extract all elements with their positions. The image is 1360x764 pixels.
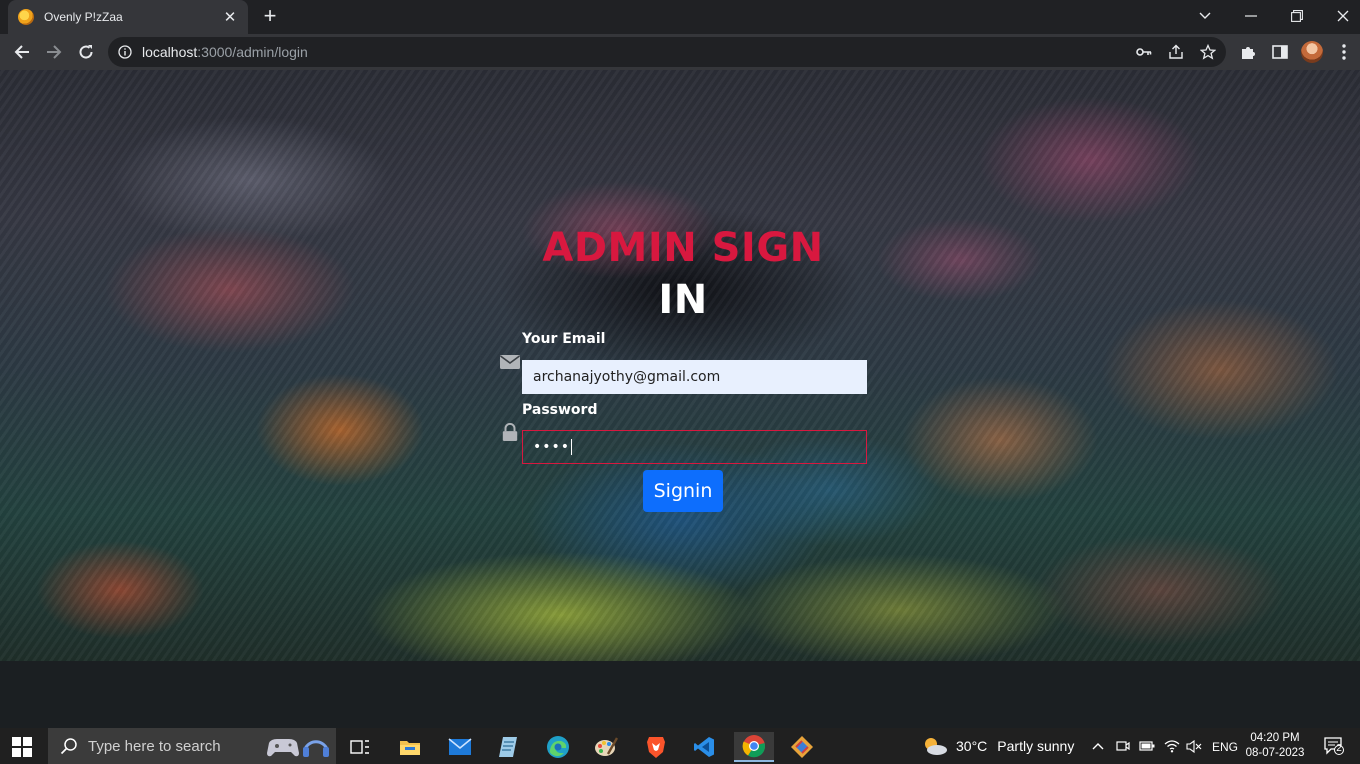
browser-toolbar: localhost:3000/admin/login (0, 34, 1360, 70)
site-info-icon[interactable] (118, 45, 132, 59)
tab-search-chevron-icon[interactable] (1182, 0, 1228, 32)
battery-icon[interactable] (1139, 741, 1155, 751)
vscode-icon[interactable] (684, 732, 724, 762)
address-bar[interactable]: localhost:3000/admin/login (108, 37, 1226, 67)
weather-widget[interactable]: 30°C Partly sunny (922, 728, 1074, 764)
notification-count-badge: 2 (1336, 743, 1342, 754)
extensions-puzzle-icon[interactable] (1236, 40, 1260, 64)
page-title: ADMIN SIGN IN (0, 222, 1360, 326)
git-icon[interactable] (782, 732, 822, 762)
file-explorer-icon[interactable] (390, 732, 430, 762)
pizza-favicon-icon (18, 9, 34, 25)
forward-button[interactable] (40, 38, 68, 66)
search-icon (60, 738, 77, 755)
paint-icon[interactable] (586, 732, 626, 762)
text-caret (571, 439, 573, 455)
chrome-icon[interactable] (734, 732, 774, 762)
edge-icon[interactable] (538, 732, 578, 762)
weather-description: Partly sunny (997, 738, 1075, 754)
lock-icon (502, 423, 518, 441)
email-label: Your Email (522, 331, 606, 347)
browser-tab-strip: Ovenly P!zZaa ✕ + (0, 0, 1360, 34)
search-highlight-gaming-icon (266, 739, 329, 757)
weather-temperature: 30°C (956, 738, 988, 754)
bookmark-star-icon[interactable] (1196, 40, 1220, 64)
email-field[interactable]: archanajyothy@gmail.com (522, 360, 867, 394)
wifi-icon[interactable] (1164, 739, 1180, 753)
title-in: IN (658, 277, 708, 323)
url-path: :3000/admin/login (197, 44, 308, 60)
share-icon[interactable] (1164, 40, 1188, 64)
task-view-icon[interactable] (340, 732, 380, 762)
password-label: Password (522, 402, 598, 418)
tab-close-icon[interactable]: ✕ (222, 8, 238, 26)
password-key-icon[interactable] (1132, 40, 1156, 64)
profile-avatar[interactable] (1300, 40, 1324, 64)
notifications-button[interactable]: 2 (1324, 737, 1344, 755)
signin-button[interactable]: Signin (643, 470, 723, 512)
windows-taskbar: Type here to search 30°C Partly sunny EN… (0, 728, 1360, 764)
tab-title: Ovenly P!zZaa (44, 10, 123, 24)
system-clock[interactable]: 04:20 PM 08-07-2023 (1245, 731, 1305, 761)
meet-camera-icon[interactable] (1116, 739, 1130, 753)
tab-ovenly-pizzaa[interactable]: Ovenly P!zZaa ✕ (8, 0, 248, 34)
brave-icon[interactable] (636, 732, 676, 762)
minimize-button[interactable] (1228, 0, 1274, 32)
notepad-icon[interactable] (488, 732, 528, 762)
login-page-background: ADMIN SIGN IN Your Email archanajyothy@g… (0, 70, 1360, 661)
language-indicator[interactable]: ENG (1212, 740, 1238, 754)
password-masked-value: •••• (533, 439, 571, 455)
windows-start-icon[interactable] (12, 737, 32, 757)
mail-icon[interactable] (440, 732, 480, 762)
avatar (1301, 41, 1323, 63)
taskbar-search-box[interactable]: Type here to search (48, 728, 336, 764)
new-tab-button[interactable]: + (258, 4, 282, 28)
speaker-muted-icon[interactable] (1186, 740, 1202, 753)
show-hidden-icons-chevron-icon[interactable] (1092, 742, 1104, 750)
clock-date: 08-07-2023 (1245, 747, 1305, 759)
close-window-button[interactable] (1320, 0, 1360, 32)
reload-button[interactable] (72, 38, 100, 66)
back-button[interactable] (8, 38, 36, 66)
partly-sunny-icon (925, 738, 947, 755)
title-admin-sign: ADMIN SIGN (542, 225, 824, 271)
envelope-icon (500, 355, 520, 369)
password-field[interactable]: •••• (522, 430, 867, 464)
menu-dots-icon[interactable] (1332, 40, 1356, 64)
search-placeholder: Type here to search (88, 737, 221, 755)
restore-button[interactable] (1274, 0, 1320, 32)
url-host: localhost (142, 44, 198, 60)
side-panel-icon[interactable] (1268, 40, 1292, 64)
clock-time: 04:20 PM (1250, 732, 1300, 744)
